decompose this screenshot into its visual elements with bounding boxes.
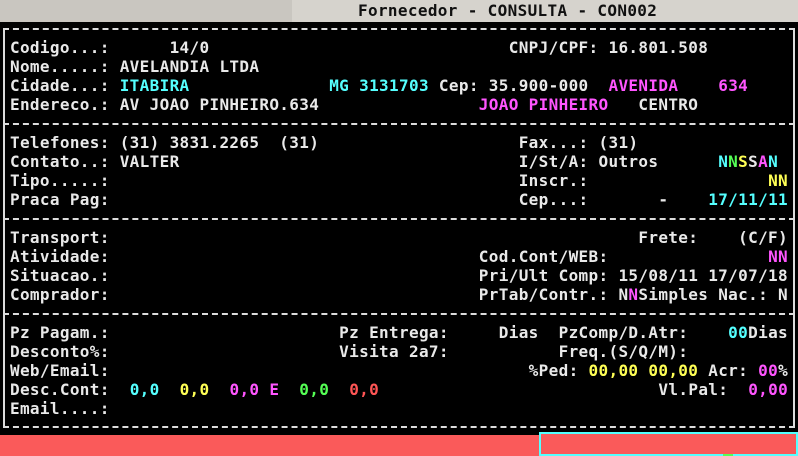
row-endereco-seg: JOAO PINHEIRO [479,95,609,114]
status-bar: So Abertos? S (S/N) [0,435,798,456]
row-praca-cep-seg: 17/11/11 [708,190,788,209]
row-pz-pagam-seg: Dias [748,323,788,342]
row-telefones-fax: Telefones: (31) 3831.2265 (31) Fax...: (… [0,133,798,152]
row-pz-pagam-seg: 00 [728,323,748,342]
row-cidade-seg [190,76,330,95]
row-contato-ista-seg: S [738,152,748,171]
row-web-email-seg [638,361,648,380]
row-contato-ista-seg: A [758,152,768,171]
prompt-box[interactable]: So Abertos? S (S/N) [539,432,798,456]
row-desc-cont-seg [329,380,349,399]
row-web-email-seg: Acr: [698,361,758,380]
section-separator [3,218,795,220]
row-tipo-inscr: Tipo.....: Inscr.: NN [0,171,798,190]
terminal-screen: Fornecedor - CONSULTA - CON002 Codigo...… [0,0,798,456]
row-endereco-seg: Endereco.: AV JOAO PINHEIRO.634 [0,95,479,114]
row-desc-cont-seg: Desc.Cont: [0,380,130,399]
row-web-email-seg: 00 [758,361,778,380]
row-nome-seg: Nome.....: AVELANDIA LTDA [0,57,259,76]
row-cidade-seg: 634 [718,76,748,95]
row-transport-frete: Transport: Frete: (C/F) [0,228,798,247]
row-cidade-seg: Cep: 35.900-000 [429,76,609,95]
row-telefones-fax-seg: Telefones: (31) 3831.2265 (31) Fax...: (… [0,133,638,152]
row-contato-ista-seg: S [748,152,758,171]
section-separator [3,313,795,315]
row-desconto: Desconto%: Visita 2a7: Freq.(S/Q/M): [0,342,798,361]
row-codigo-cnpj: Codigo...: 14/0 CNPJ/CPF: 16.801.508 [0,38,798,57]
row-contato-ista-seg: Contato..: VALTER I/St/A: Outros [0,152,718,171]
row-pz-pagam-seg: Pz Pagam.: Pz Entrega: Dias PzComp/D.Atr… [0,323,728,342]
row-atividade-codcont-seg: NN [768,247,788,266]
row-contato-ista-seg: N [718,152,728,171]
row-situacao-comp: Situacao.: Pri/Ult Comp: 15/08/11 17/07/… [0,266,798,285]
row-contato-ista: Contato..: VALTER I/St/A: Outros NNSSAN [0,152,798,171]
row-web-email-seg: 00,00 [648,361,698,380]
row-pz-pagam: Pz Pagam.: Pz Entrega: Dias PzComp/D.Atr… [0,323,798,342]
row-desc-cont-seg [279,380,299,399]
row-web-email: Web/Email: %Ped: 00,00 00,00 Acr: 00% [0,361,798,380]
row-codigo-cnpj-seg: Codigo...: 14/0 CNPJ/CPF: 16.801.508 [0,38,708,57]
row-cidade-seg: Cidade...: [0,76,120,95]
window-title: Fornecedor - CONSULTA - CON002 [358,1,657,21]
row-web-email-seg: 00,00 [589,361,639,380]
row-desc-cont-seg: 0,0 [130,380,160,399]
row-comprador-prtab-seg: N [628,285,638,304]
row-contato-ista-seg: N [768,152,778,171]
row-situacao-comp-seg: Situacao.: Pri/Ult Comp: 15/08/11 17/07/… [0,266,788,285]
row-atividade-codcont-seg: Atividade: Cod.Cont/WEB: [0,247,768,266]
title-bar: Fornecedor - CONSULTA - CON002 [0,0,798,22]
row-email: Email....: [0,399,798,418]
row-desc-cont-seg: 0,0 E [229,380,279,399]
row-cidade-seg: MG 3131703 [329,76,429,95]
row-desc-cont: Desc.Cont: 0,0 0,0 0,0 E 0,0 0,0 Vl.Pal:… [0,380,798,399]
row-desc-cont-seg [210,380,230,399]
row-desc-cont-seg: 0,0 [349,380,379,399]
row-web-email-seg: % [778,361,788,380]
row-cidade: Cidade...: ITABIRA MG 3131703 Cep: 35.90… [0,76,798,95]
row-tipo-inscr-seg: NN [768,171,788,190]
row-cidade-seg [678,76,718,95]
row-comprador-prtab: Comprador: PrTab/Contr.: NNSimples Nac.:… [0,285,798,304]
row-transport-frete-seg: Transport: Frete: (C/F) [0,228,788,247]
row-tipo-inscr-seg: Tipo.....: Inscr.: [0,171,768,190]
row-contato-ista-seg: N [728,152,738,171]
row-desc-cont-seg: 0,0 [299,380,329,399]
row-endereco: Endereco.: AV JOAO PINHEIRO.634 JOAO PIN… [0,95,798,114]
title-bar-shade [0,0,292,22]
row-desc-cont-seg [160,380,180,399]
row-email-seg: Email....: [0,399,110,418]
row-nome: Nome.....: AVELANDIA LTDA [0,57,798,76]
row-desc-cont-seg: Vl.Pal: [379,380,748,399]
row-web-email-seg: Web/Email: %Ped: [0,361,589,380]
row-praca-cep: Praca Pag: Cep...: - 17/11/11 [0,190,798,209]
row-praca-cep-seg: Praca Pag: Cep...: - [0,190,708,209]
row-atividade-codcont: Atividade: Cod.Cont/WEB: NN [0,247,798,266]
row-desc-cont-seg: 0,0 [180,380,210,399]
row-desconto-seg: Desconto%: Visita 2a7: Freq.(S/Q/M): [0,342,688,361]
row-comprador-prtab-seg: Comprador: PrTab/Contr.: N [0,285,628,304]
row-desc-cont-seg: 0,00 [748,380,788,399]
row-cidade-seg: AVENIDA [608,76,678,95]
section-separator [3,123,795,125]
row-cidade-seg: ITABIRA [120,76,190,95]
row-comprador-prtab-seg: Simples Nac.: N [638,285,788,304]
row-endereco-seg: CENTRO [608,95,698,114]
